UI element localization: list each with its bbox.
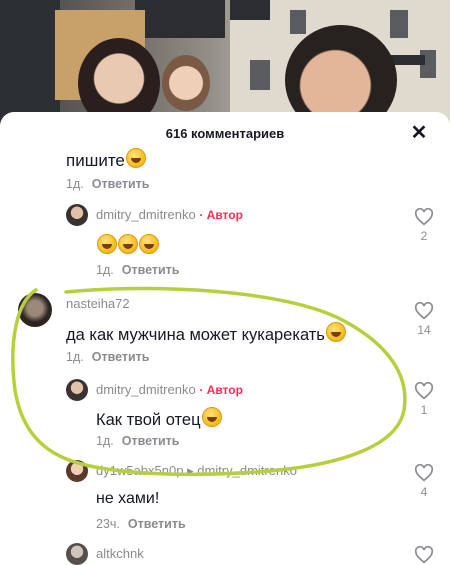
laughing-emoji-icon bbox=[325, 322, 346, 342]
like-button[interactable]: 14 bbox=[412, 302, 436, 337]
heart-icon bbox=[414, 382, 434, 400]
video-background bbox=[0, 0, 450, 125]
like-button[interactable]: 4 bbox=[412, 464, 436, 499]
comment-text: пишите bbox=[66, 148, 146, 171]
heart-icon bbox=[414, 546, 434, 564]
close-icon[interactable]: ✕ bbox=[408, 122, 430, 144]
comment-meta: 1д. Ответить bbox=[96, 434, 180, 448]
comment-text: да как мужчина может кукарекать bbox=[66, 322, 346, 345]
laughing-emoji-icon bbox=[201, 407, 222, 427]
author-badge: · Автор bbox=[199, 208, 243, 222]
like-button[interactable] bbox=[412, 546, 436, 564]
reply-button[interactable]: Ответить bbox=[122, 263, 180, 277]
heart-icon bbox=[414, 464, 434, 482]
heart-icon bbox=[414, 208, 434, 226]
comment-user[interactable]: nasteiha72 bbox=[66, 296, 130, 311]
comment-meta: 1д. Ответить bbox=[66, 177, 150, 191]
laughing-emoji-icon bbox=[139, 234, 159, 254]
avatar[interactable] bbox=[66, 460, 88, 482]
heart-icon bbox=[414, 302, 434, 320]
comment-meta: 23ч. Ответить bbox=[96, 517, 186, 531]
comment-text: не хами! bbox=[96, 490, 160, 507]
comment-text bbox=[96, 234, 159, 257]
comment-meta: 1д. Ответить bbox=[66, 350, 150, 364]
reply-button[interactable]: Ответить bbox=[92, 350, 150, 364]
avatar[interactable] bbox=[18, 293, 52, 327]
like-button[interactable]: 1 bbox=[412, 382, 436, 417]
child-figure bbox=[162, 55, 210, 111]
man-figure bbox=[285, 25, 397, 125]
laughing-emoji-icon bbox=[118, 234, 138, 254]
comment-user[interactable]: dy1w5abx5n0p ▸ dmitry_dmitrenko bbox=[96, 463, 297, 479]
comments-count-title: 616 комментариев bbox=[165, 126, 285, 141]
laughing-emoji-icon bbox=[97, 234, 117, 254]
avatar[interactable] bbox=[66, 204, 88, 226]
comment-user[interactable]: altkchnk bbox=[96, 546, 144, 561]
laughing-emoji-icon bbox=[125, 148, 146, 168]
avatar[interactable] bbox=[66, 379, 88, 401]
reply-button[interactable]: Ответить bbox=[122, 434, 180, 448]
comment-meta: 1д. Ответить bbox=[96, 263, 180, 277]
comment-text: Как твой отец bbox=[96, 407, 222, 430]
like-button[interactable]: 2 bbox=[412, 208, 436, 243]
reply-button[interactable]: Ответить bbox=[128, 517, 186, 531]
comment-user[interactable]: dmitry_dmitrenko · Автор bbox=[96, 382, 243, 397]
reply-to-user[interactable]: ▸ dmitry_dmitrenko bbox=[187, 463, 297, 478]
author-badge: · Автор bbox=[199, 383, 243, 397]
reply-button[interactable]: Ответить bbox=[92, 177, 150, 191]
comment-user[interactable]: dmitry_dmitrenko · Автор bbox=[96, 207, 243, 222]
